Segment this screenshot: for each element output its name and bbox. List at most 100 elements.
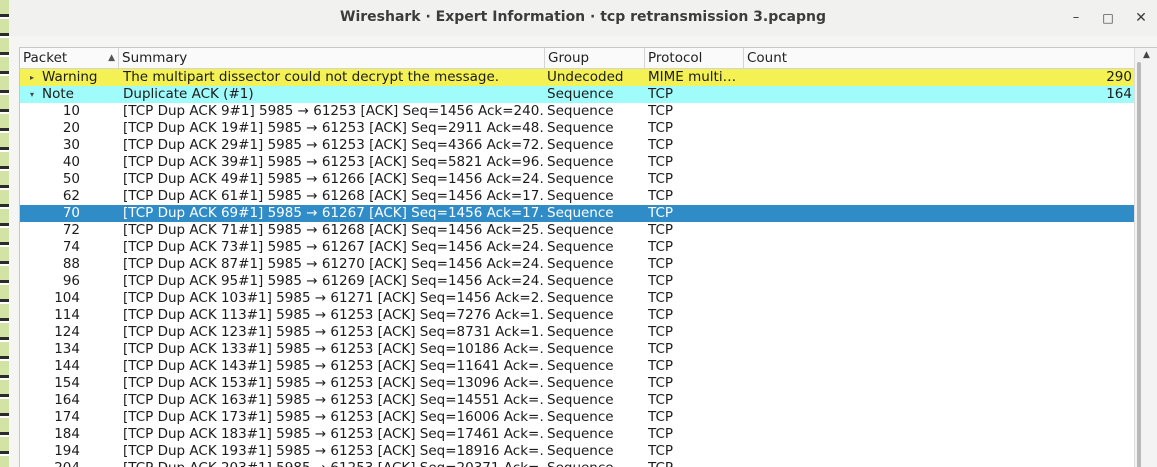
- column-header-group[interactable]: Group: [545, 48, 645, 68]
- window-title: Wireshark · Expert Information · tcp ret…: [340, 9, 826, 25]
- protocol-cell: TCP: [648, 86, 674, 102]
- packet-row[interactable]: 204 [TCP Dup ACK 203#1] 5985 → 61253 [ACK…: [20, 460, 1134, 467]
- group-cell: Sequence: [547, 86, 614, 102]
- summary-cell: [TCP Dup ACK 61#1] 5985 → 61268 [ACK] Se…: [123, 188, 543, 204]
- protocol-cell: TCP: [648, 154, 674, 170]
- protocol-cell: MIME multi…: [648, 69, 737, 85]
- group-cell: Sequence: [547, 392, 614, 408]
- group-cell: Sequence: [547, 375, 614, 391]
- scroll-up-arrow-icon[interactable]: ▲: [1143, 50, 1150, 60]
- protocol-cell: TCP: [648, 426, 674, 442]
- summary-cell: [TCP Dup ACK 123#1] 5985 → 61253 [ACK] S…: [123, 324, 543, 340]
- packet-row[interactable]: 104 [TCP Dup ACK 103#1] 5985 → 61271 [ACK…: [20, 290, 1134, 307]
- packet-number-cell: 144: [54, 358, 80, 374]
- group-cell: Sequence: [547, 120, 614, 136]
- packet-row[interactable]: 40 [TCP Dup ACK 39#1] 5985 → 61253 [ACK] …: [20, 154, 1134, 171]
- packet-row[interactable]: 50 [TCP Dup ACK 49#1] 5985 → 61266 [ACK] …: [20, 171, 1134, 188]
- protocol-cell: TCP: [648, 103, 674, 119]
- packet-row[interactable]: 194 [TCP Dup ACK 193#1] 5985 → 61253 [ACK…: [20, 443, 1134, 460]
- summary-cell: [TCP Dup ACK 87#1] 5985 → 61270 [ACK] Se…: [123, 256, 543, 272]
- group-cell: Sequence: [547, 188, 614, 204]
- group-row-note[interactable]: ▾ Note Duplicate ACK (#1) Sequence TCP 1…: [20, 86, 1134, 103]
- group-cell: Sequence: [547, 205, 614, 221]
- column-header-label: Group: [548, 50, 590, 66]
- column-header-count[interactable]: Count: [744, 48, 1134, 68]
- packet-row[interactable]: 124 [TCP Dup ACK 123#1] 5985 → 61253 [ACK…: [20, 324, 1134, 341]
- collapse-arrow-icon[interactable]: ▾: [22, 86, 42, 103]
- column-header-summary[interactable]: Summary: [119, 48, 545, 68]
- summary-cell: [TCP Dup ACK 143#1] 5985 → 61253 [ACK] S…: [123, 358, 543, 374]
- packet-number-cell: 50: [62, 171, 80, 187]
- group-cell: Sequence: [547, 171, 614, 187]
- vertical-scrollbar[interactable]: ▲: [1134, 48, 1157, 467]
- summary-cell: [TCP Dup ACK 49#1] 5985 → 61266 [ACK] Se…: [123, 171, 543, 187]
- packet-row[interactable]: 30 [TCP Dup ACK 29#1] 5985 → 61253 [ACK] …: [20, 137, 1134, 154]
- packet-number-cell: 174: [54, 409, 80, 425]
- packet-number-cell: 88: [62, 256, 80, 272]
- protocol-cell: TCP: [648, 273, 674, 289]
- packet-row[interactable]: 88 [TCP Dup ACK 87#1] 5985 → 61270 [ACK] …: [20, 256, 1134, 273]
- summary-cell: The multipart dissector could not decryp…: [123, 69, 500, 85]
- sort-ascending-icon: ▲: [108, 53, 115, 63]
- maximize-button[interactable]: □: [1098, 8, 1118, 28]
- protocol-cell: TCP: [648, 205, 674, 221]
- protocol-cell: TCP: [648, 256, 674, 272]
- packet-rows: 10 [TCP Dup ACK 9#1] 5985 → 61253 [ACK] S…: [20, 103, 1134, 467]
- packet-row[interactable]: 164 [TCP Dup ACK 163#1] 5985 → 61253 [ACK…: [20, 392, 1134, 409]
- close-button[interactable]: ✕: [1131, 8, 1151, 28]
- packet-row[interactable]: 72 [TCP Dup ACK 71#1] 5985 → 61268 [ACK] …: [20, 222, 1134, 239]
- packet-number-cell: 194: [54, 443, 80, 459]
- summary-cell: [TCP Dup ACK 9#1] 5985 → 61253 [ACK] Seq…: [123, 103, 543, 119]
- packet-row[interactable]: 62 [TCP Dup ACK 61#1] 5985 → 61268 [ACK] …: [20, 188, 1134, 205]
- protocol-cell: TCP: [648, 392, 674, 408]
- group-cell: Sequence: [547, 341, 614, 357]
- packet-row[interactable]: 114 [TCP Dup ACK 113#1] 5985 → 61253 [ACK…: [20, 307, 1134, 324]
- packet-row[interactable]: 96 [TCP Dup ACK 95#1] 5985 → 61269 [ACK] …: [20, 273, 1134, 290]
- column-header-packet[interactable]: Packet ▲: [20, 48, 119, 68]
- background-window-edge: [0, 0, 9, 467]
- severity-label: Note: [42, 86, 74, 102]
- packet-number-cell: 96: [62, 273, 80, 289]
- summary-cell: [TCP Dup ACK 71#1] 5985 → 61268 [ACK] Se…: [123, 222, 543, 238]
- packet-number-cell: 104: [54, 290, 80, 306]
- summary-cell: [TCP Dup ACK 193#1] 5985 → 61253 [ACK] S…: [123, 443, 543, 459]
- packet-row[interactable]: 134 [TCP Dup ACK 133#1] 5985 → 61253 [ACK…: [20, 341, 1134, 358]
- expand-arrow-icon[interactable]: ▸: [22, 69, 42, 86]
- packet-row[interactable]: 70 [TCP Dup ACK 69#1] 5985 → 61267 [ACK] …: [20, 205, 1134, 222]
- protocol-cell: TCP: [648, 460, 744, 467]
- protocol-cell: TCP: [648, 358, 674, 374]
- count-cell: 290: [1106, 69, 1132, 85]
- summary-cell: [TCP Dup ACK 203#1] 5985 → 61253 [ACK] S…: [123, 460, 543, 467]
- packet-row[interactable]: 174 [TCP Dup ACK 173#1] 5985 → 61253 [ACK…: [20, 409, 1134, 426]
- packet-number-cell: 184: [54, 426, 80, 442]
- packet-row[interactable]: 10 [TCP Dup ACK 9#1] 5985 → 61253 [ACK] S…: [20, 103, 1134, 120]
- packet-number-cell: 72: [62, 222, 80, 238]
- protocol-cell: TCP: [648, 307, 674, 323]
- protocol-cell: TCP: [648, 239, 674, 255]
- packet-number-cell: 154: [54, 375, 80, 391]
- group-row-warning[interactable]: ▸ Warning The multipart dissector could …: [20, 69, 1134, 86]
- packet-row[interactable]: 154 [TCP Dup ACK 153#1] 5985 → 61253 [ACK…: [20, 375, 1134, 392]
- summary-cell: [TCP Dup ACK 153#1] 5985 → 61253 [ACK] S…: [123, 375, 543, 391]
- protocol-cell: TCP: [648, 409, 674, 425]
- packet-number-cell: 74: [62, 239, 80, 255]
- summary-cell: [TCP Dup ACK 133#1] 5985 → 61253 [ACK] S…: [123, 341, 543, 357]
- group-cell: Sequence: [547, 256, 614, 272]
- count-cell: 164: [1106, 86, 1132, 102]
- packet-number-cell: 62: [62, 188, 80, 204]
- summary-cell: [TCP Dup ACK 19#1] 5985 → 61253 [ACK] Se…: [123, 120, 543, 136]
- packet-number-cell: 20: [62, 120, 80, 136]
- packet-row[interactable]: 144 [TCP Dup ACK 143#1] 5985 → 61253 [ACK…: [20, 358, 1134, 375]
- packet-number-cell: 204: [20, 460, 80, 467]
- packet-row[interactable]: 74 [TCP Dup ACK 73#1] 5985 → 61267 [ACK] …: [20, 239, 1134, 256]
- column-header-label: Summary: [122, 50, 188, 66]
- packet-row[interactable]: 20 [TCP Dup ACK 19#1] 5985 → 61253 [ACK] …: [20, 120, 1134, 137]
- scrollbar-thumb[interactable]: [1137, 62, 1141, 467]
- protocol-cell: TCP: [648, 290, 674, 306]
- summary-cell: [TCP Dup ACK 29#1] 5985 → 61253 [ACK] Se…: [123, 137, 543, 153]
- minimize-button[interactable]: –: [1066, 8, 1086, 28]
- packet-row[interactable]: 184 [TCP Dup ACK 183#1] 5985 → 61253 [ACK…: [20, 426, 1134, 443]
- column-header-protocol[interactable]: Protocol: [645, 48, 744, 68]
- protocol-cell: TCP: [648, 222, 674, 238]
- group-cell: Sequence: [547, 154, 614, 170]
